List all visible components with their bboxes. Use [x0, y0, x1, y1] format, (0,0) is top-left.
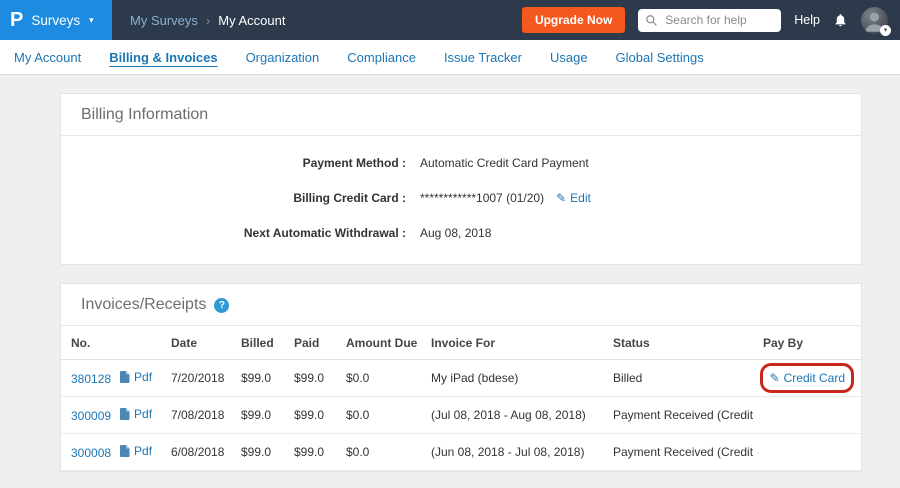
invoices-receipts-card: Invoices/Receipts ? No. Date Billed Paid	[60, 283, 862, 472]
invoice-no-cell: 300008 Pdf	[61, 434, 165, 471]
invoices-receipts-title: Invoices/Receipts	[81, 296, 206, 314]
invoice-amount-due-cell: $0.0	[340, 397, 425, 434]
breadcrumb-current: My Account	[218, 13, 285, 28]
billing-information-title: Billing Information	[81, 106, 208, 124]
invoice-no-cell: 380128 Pdf	[61, 360, 165, 397]
help-question-icon[interactable]: ?	[214, 298, 229, 313]
nav-tab[interactable]: My Account	[0, 50, 95, 65]
billing-info-label: Next Automatic Withdrawal :	[81, 226, 406, 240]
pdf-file-icon	[120, 371, 130, 383]
billing-info-row: Payment Method : Automatic Credit Card P…	[81, 156, 841, 170]
invoices-header-row: No. Date Billed Paid Amount Due Invoice …	[61, 326, 861, 360]
invoice-row: 300009 Pdf 7/08/2018 $99.0 $99.0 $0.0 (Ju…	[61, 397, 861, 434]
invoice-for-cell: My iPad (bdese)	[425, 360, 607, 397]
invoice-amount-due-cell: $0.0	[340, 434, 425, 471]
invoice-for-cell: (Jul 08, 2018 - Aug 08, 2018)	[425, 397, 607, 434]
surveys-menu-label: Surveys	[31, 13, 80, 28]
invoice-paid-cell: $99.0	[288, 434, 340, 471]
invoice-number-link[interactable]: 300009	[71, 409, 111, 423]
pdf-link[interactable]: Pdf	[134, 370, 152, 384]
pdf-file-icon	[120, 445, 130, 457]
nav-tab[interactable]: Compliance	[333, 50, 430, 65]
billing-information-body: Payment Method : Automatic Credit Card P…	[61, 136, 861, 264]
breadcrumb-my-surveys[interactable]: My Surveys	[130, 13, 198, 28]
column-header: Status	[607, 326, 757, 360]
breadcrumb-separator-icon: ›	[206, 13, 210, 28]
nav-tab[interactable]: Global Settings	[602, 50, 718, 65]
user-avatar[interactable]: ▾	[861, 7, 888, 34]
invoice-billed-cell: $99.0	[235, 434, 288, 471]
notifications-bell-icon[interactable]	[833, 12, 848, 28]
invoice-status-cell: Billed	[607, 360, 757, 397]
nav-tab[interactable]: Issue Tracker	[430, 50, 536, 65]
column-header: No.	[61, 326, 165, 360]
invoice-row: 300008 Pdf 6/08/2018 $99.0 $99.0 $0.0 (Ju…	[61, 434, 861, 471]
invoice-no-cell: 300009 Pdf	[61, 397, 165, 434]
page-content: Billing Information Payment Method : Aut…	[0, 75, 900, 472]
column-header: Billed	[235, 326, 288, 360]
pencil-icon: ✎	[556, 191, 566, 205]
invoice-billed-cell: $99.0	[235, 397, 288, 434]
nav-tab[interactable]: Billing & Invoices	[95, 50, 231, 65]
invoice-number-link[interactable]: 300008	[71, 446, 111, 460]
column-header: Amount Due	[340, 326, 425, 360]
invoice-payby-cell	[757, 397, 861, 434]
invoice-billed-cell: $99.0	[235, 360, 288, 397]
nav-tab[interactable]: Organization	[232, 50, 334, 65]
pay-by-credit-card-link[interactable]: ✎ Credit Card	[770, 371, 845, 385]
column-header: Invoice For	[425, 326, 607, 360]
pdf-link[interactable]: Pdf	[134, 407, 152, 421]
billing-information-header: Billing Information	[61, 94, 861, 136]
search-icon	[645, 14, 658, 27]
billing-info-row: Billing Credit Card : ************1007 (…	[81, 191, 841, 205]
invoices-receipts-header: Invoices/Receipts ?	[61, 284, 861, 326]
topbar-right-cluster: Upgrade Now Help ▾	[522, 7, 900, 34]
account-nav-tabs: My Account Billing & Invoices Organizati…	[0, 40, 900, 75]
nav-tab[interactable]: Usage	[536, 50, 602, 65]
top-bar: P Surveys ▾ My Surveys › My Account Upgr…	[0, 0, 900, 40]
invoice-paid-cell: $99.0	[288, 360, 340, 397]
billing-info-row: Next Automatic Withdrawal : Aug 08, 2018	[81, 226, 841, 240]
column-header: Date	[165, 326, 235, 360]
invoice-date-cell: 7/20/2018	[165, 360, 235, 397]
column-header: Pay By	[757, 326, 861, 360]
invoice-number-link[interactable]: 380128	[71, 372, 111, 386]
pdf-file-icon	[120, 408, 130, 420]
invoices-table: No. Date Billed Paid Amount Due Invoice …	[61, 326, 861, 471]
pencil-icon: ✎	[770, 371, 780, 385]
invoice-amount-due-cell: $0.0	[340, 360, 425, 397]
invoice-for-cell: (Jun 08, 2018 - Jul 08, 2018)	[425, 434, 607, 471]
invoice-payby-cell: ✎ Credit Card	[757, 360, 861, 397]
surveys-menu[interactable]: P Surveys ▾	[0, 0, 112, 40]
invoice-date-cell: 6/08/2018	[165, 434, 235, 471]
invoice-payby-cell	[757, 434, 861, 471]
chevron-down-icon: ▾	[89, 15, 94, 26]
billing-info-value: Automatic Credit Card Payment	[420, 156, 589, 170]
edit-credit-card-link[interactable]: ✎ Edit	[556, 191, 591, 205]
search-input[interactable]	[663, 12, 774, 28]
breadcrumb: My Surveys › My Account	[130, 13, 285, 28]
invoice-date-cell: 7/08/2018	[165, 397, 235, 434]
help-link[interactable]: Help	[794, 13, 820, 27]
invoice-status-cell: Payment Received (Credit Card)	[607, 434, 757, 471]
billing-info-value: Aug 08, 2018	[420, 226, 491, 240]
help-search-box	[638, 9, 781, 32]
invoice-paid-cell: $99.0	[288, 397, 340, 434]
billing-info-label: Billing Credit Card :	[81, 191, 406, 205]
invoice-status-cell: Payment Received (Credit Card)	[607, 397, 757, 434]
billing-info-value: ************1007 (01/20) ✎ Edit	[420, 191, 591, 205]
pdf-link[interactable]: Pdf	[134, 444, 152, 458]
billing-info-label: Payment Method :	[81, 156, 406, 170]
avatar-dropdown-icon: ▾	[880, 25, 891, 36]
billing-information-card: Billing Information Payment Method : Aut…	[60, 93, 862, 265]
column-header: Paid	[288, 326, 340, 360]
upgrade-now-button[interactable]: Upgrade Now	[522, 7, 625, 33]
questionpro-logo: P	[10, 10, 23, 30]
invoice-row: 380128 Pdf 7/20/2018 $99.0 $99.0 $0.0 My …	[61, 360, 861, 397]
